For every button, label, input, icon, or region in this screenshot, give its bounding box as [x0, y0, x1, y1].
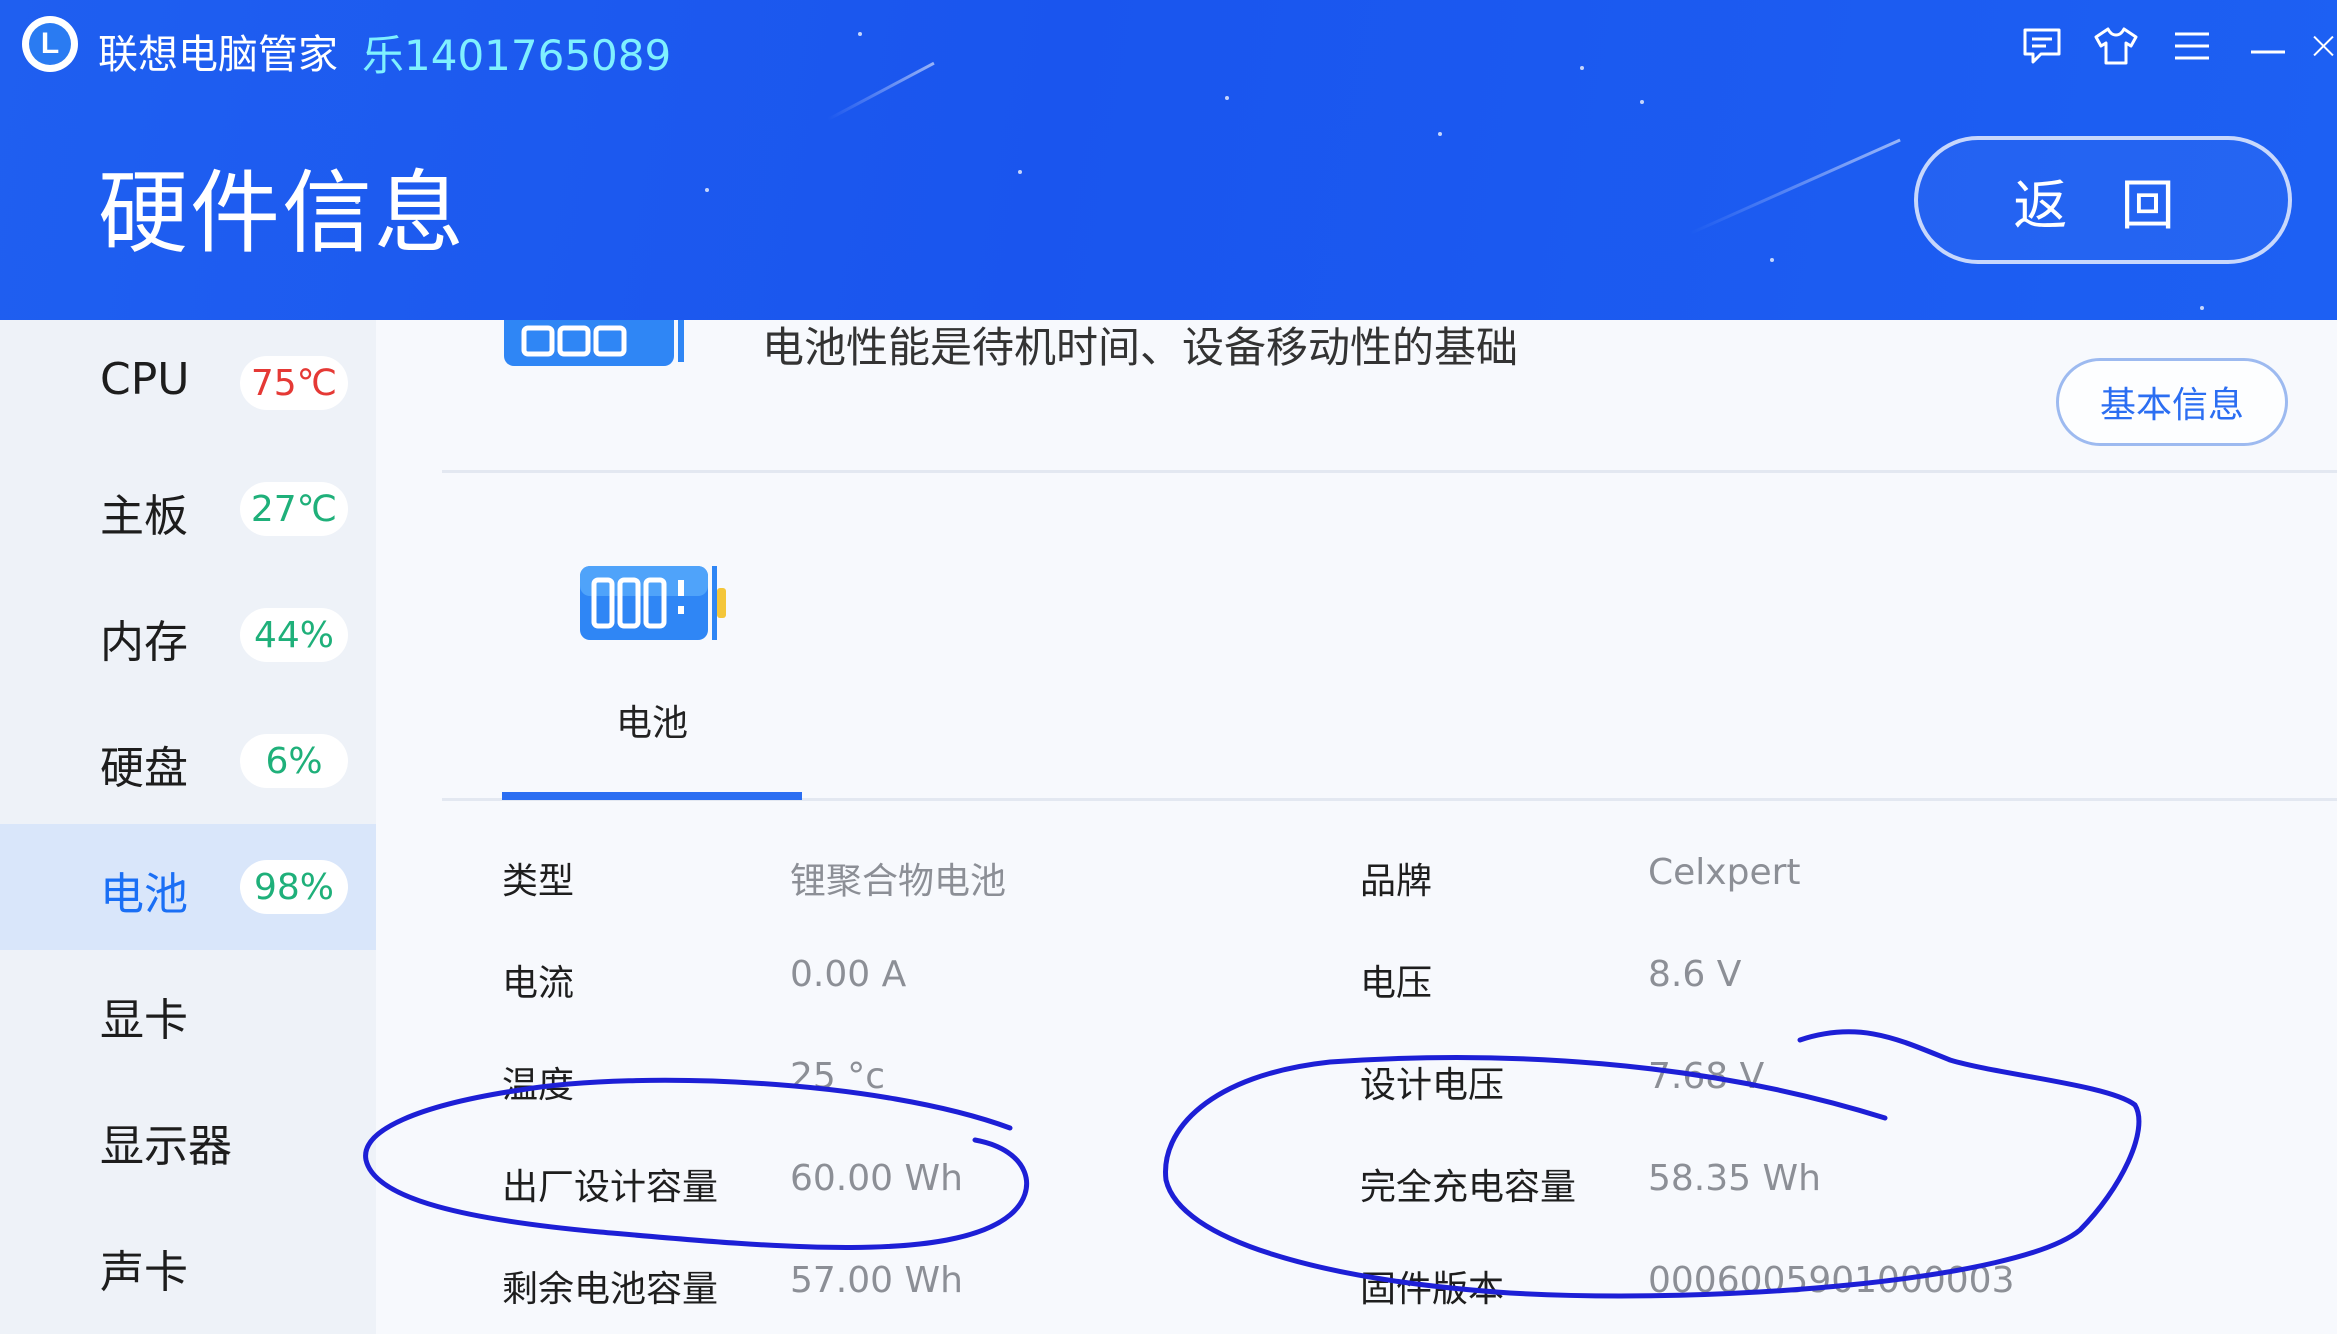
tab-label: 电池 — [615, 703, 688, 744]
page-title: 硬件信息 — [98, 161, 466, 266]
sidebar-item-label: 显卡 — [100, 995, 188, 1046]
battery-level-badge: 98% — [240, 860, 348, 914]
voltage-label: 电压 — [1360, 963, 1433, 1004]
minimize-icon[interactable] — [2244, 22, 2292, 70]
temperature-value: 25 °c — [790, 1056, 886, 1097]
memory-usage-badge: 44% — [240, 608, 348, 662]
battery-description: 电池性能是待机时间、设备移动性的基础 — [762, 323, 1519, 372]
design-capacity-value: 60.00 Wh — [790, 1158, 963, 1199]
account-id[interactable]: 乐1401765089 — [362, 22, 671, 83]
current-value: 0.00 A — [790, 954, 907, 995]
app-title: 联想电脑管家 — [98, 32, 338, 78]
basic-info-button[interactable]: 基本信息 — [2056, 358, 2288, 446]
sidebar-item-label: 硬盘 — [100, 743, 188, 794]
sidebar-item-motherboard[interactable]: 主板 27℃ — [0, 446, 376, 572]
lenovo-logo: L — [22, 16, 78, 72]
feedback-icon[interactable] — [2018, 22, 2066, 70]
sidebar-item-disk[interactable]: 硬盘 6% — [0, 698, 376, 824]
design-capacity-label: 出厂设计容量 — [502, 1167, 719, 1208]
title-bar: L 联想电脑管家 乐1401765089 硬件信息 返 回 — [0, 0, 2337, 320]
hardware-sidebar: CPU 75℃ 主板 27℃ 内存 44% 硬盘 6% 电池 98% 显卡 显示… — [0, 320, 376, 1334]
sidebar-item-sound[interactable]: 声卡 — [0, 1202, 376, 1328]
sidebar-item-memory[interactable]: 内存 44% — [0, 572, 376, 698]
sidebar-item-label: 主板 — [100, 491, 188, 542]
menu-icon[interactable] — [2168, 22, 2216, 70]
brand-value: Celxpert — [1648, 852, 1801, 893]
sidebar-item-label: CPU — [100, 354, 190, 405]
design-voltage-value: 7.68 V — [1648, 1056, 1765, 1097]
cpu-temp-badge: 75℃ — [240, 356, 348, 410]
sidebar-item-battery[interactable]: 电池 98% — [0, 824, 376, 950]
sidebar-item-label: 电池 — [100, 869, 188, 920]
sidebar-item-label: 声卡 — [100, 1247, 188, 1298]
active-tab-indicator — [502, 792, 802, 800]
battery-panel: 电池性能是待机时间、设备移动性的基础 基本信息 电池 类型 锂聚合物电池 品牌 … — [376, 320, 2337, 1334]
full-charge-capacity-value: 58.35 Wh — [1648, 1158, 1821, 1199]
disk-usage-badge: 6% — [240, 734, 348, 788]
sidebar-item-label: 内存 — [100, 617, 188, 668]
sidebar-item-label: 显示器 — [100, 1121, 232, 1172]
type-value: 锂聚合物电池 — [790, 861, 1007, 902]
firmware-version-value: 0006005901000003 — [1648, 1260, 2015, 1301]
temperature-label: 温度 — [502, 1065, 575, 1106]
close-icon[interactable] — [2310, 22, 2337, 70]
brand-label: 品牌 — [1360, 861, 1433, 902]
back-button[interactable]: 返 回 — [1914, 136, 2292, 264]
remaining-capacity-label: 剩余电池容量 — [502, 1269, 719, 1310]
type-label: 类型 — [502, 861, 575, 902]
current-label: 电流 — [502, 963, 575, 1004]
firmware-version-label: 固件版本 — [1360, 1269, 1505, 1310]
divider — [442, 470, 2337, 473]
battery-icon — [578, 564, 728, 648]
full-charge-capacity-label: 完全充电容量 — [1360, 1167, 1577, 1208]
motherboard-temp-badge: 27℃ — [240, 482, 348, 536]
sidebar-item-graphics[interactable]: 显卡 — [0, 950, 376, 1076]
sidebar-item-display[interactable]: 显示器 — [0, 1076, 376, 1202]
tab-battery[interactable]: 电池 — [502, 534, 802, 794]
sidebar-item-cpu[interactable]: CPU 75℃ — [0, 320, 376, 446]
battery-banner-icon — [502, 320, 702, 374]
remaining-capacity-value: 57.00 Wh — [790, 1260, 963, 1301]
voltage-value: 8.6 V — [1648, 954, 1742, 995]
skin-icon[interactable] — [2092, 22, 2140, 70]
design-voltage-label: 设计电压 — [1360, 1065, 1505, 1106]
